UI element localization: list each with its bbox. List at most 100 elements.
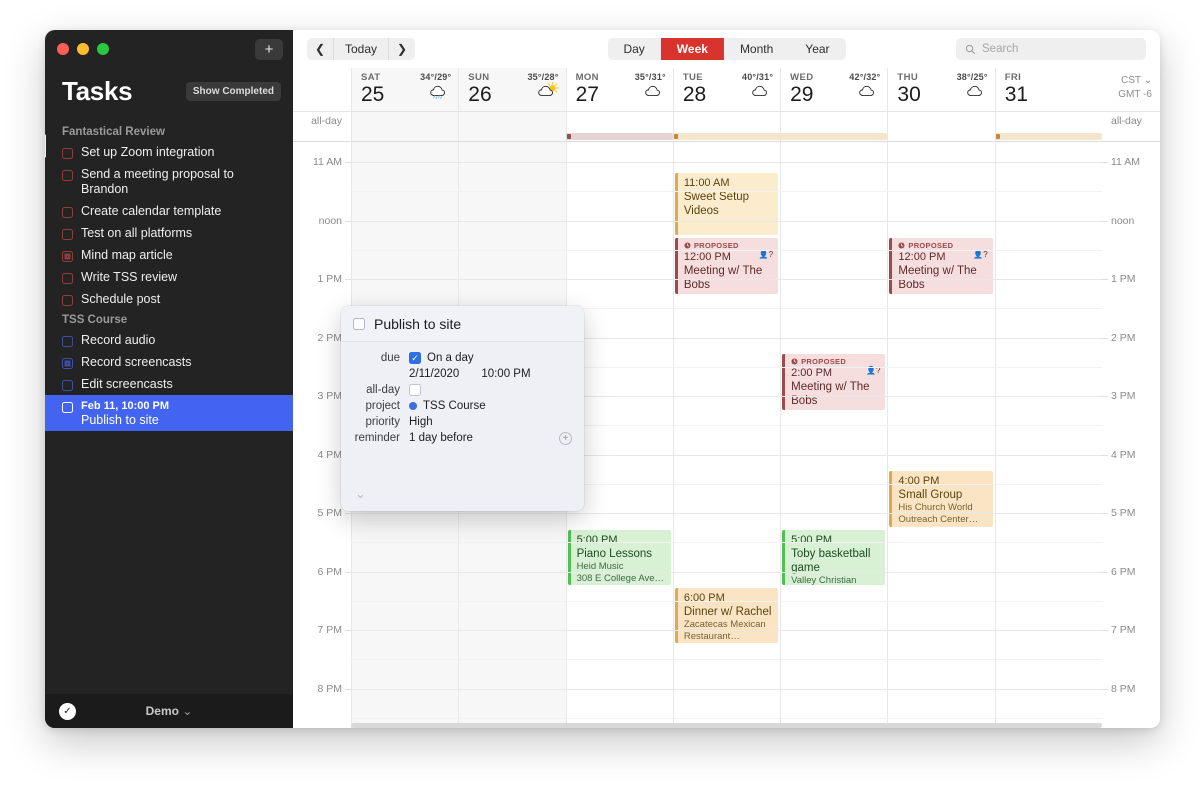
task-list-item[interactable]: Write TSS review — [45, 266, 293, 288]
day-headers: SAT 25 34°/29° SUN 26 35°/28° MON 27 35°/31° TUE 2… — [351, 68, 1102, 111]
account-selector[interactable]: Demo ⌄ — [45, 704, 293, 718]
calendar-event[interactable]: 11:00 AM Sweet Setup Videos — [674, 173, 779, 235]
calendar-event[interactable]: 6:00 PM Dinner w/ Rachel Zacatecas Mexican… — [674, 588, 779, 643]
time-tick — [1102, 220, 1108, 222]
task-checkbox[interactable] — [62, 228, 73, 240]
day-header-mon[interactable]: MON 27 35°/31° — [565, 68, 673, 111]
all-day-cell[interactable] — [351, 112, 459, 141]
add-task-button[interactable]: + — [255, 39, 283, 60]
today-button[interactable]: Today — [333, 38, 390, 60]
task-list-item[interactable]: Schedule post — [45, 288, 293, 310]
all-day-event-bar[interactable] — [994, 133, 1102, 140]
day-header-sat[interactable]: SAT 25 34°/29° — [351, 68, 459, 111]
calendar-event[interactable]: 5:00 PM Toby basketball game Valley Christ… — [782, 530, 886, 585]
task-list-item[interactable]: Set up Zoom integration — [45, 141, 293, 163]
previous-week-button[interactable]: ❮ — [307, 38, 333, 60]
proposed-badge: PROPOSED — [791, 357, 880, 366]
time-tick — [1102, 396, 1108, 397]
time-tick — [1102, 688, 1108, 690]
field-reminder: reminder 1 day before + — [341, 431, 572, 445]
all-day-cell[interactable] — [887, 112, 994, 141]
day-column-tue[interactable]: 11:00 AM Sweet Setup Videos PROPOSED 12:00 … — [672, 142, 780, 728]
popover-tail — [45, 134, 46, 158]
priority-value[interactable]: High — [409, 416, 433, 428]
calendar-event[interactable]: PROPOSED 12:00 PM Meeting w/ The Bobs 👤? — [889, 238, 993, 294]
weather-temperature: 42°/32° — [849, 72, 881, 82]
calendar-toolbar: ❮ Today ❯ Day Week Month Year Search — [293, 30, 1160, 68]
day-column-fri[interactable] — [994, 142, 1102, 728]
day-header-fri[interactable]: FRI 31 — [994, 68, 1102, 111]
task-list-item[interactable]: Feb 11, 10:00 PM Publish to site — [45, 395, 293, 431]
all-day-event-bar[interactable] — [565, 133, 673, 140]
due-date-value[interactable]: 2/11/2020 — [409, 368, 459, 380]
due-on-a-day-checkbox[interactable]: ✓ — [409, 352, 421, 364]
task-list-item[interactable]: Edit screencasts — [45, 373, 293, 395]
minimize-window-icon[interactable] — [77, 43, 89, 55]
time-gutter-right: 11 AM noon 1 PM 2 PM 3 PM 4 PM 5 PM 6 PM 7 PM 8 P… — [1102, 142, 1160, 728]
all-day-event-bar[interactable] — [672, 133, 888, 140]
show-completed-button[interactable]: Show Completed — [185, 82, 281, 101]
task-list-item[interactable]: Record audio — [45, 329, 293, 351]
view-tab-year[interactable]: Year — [789, 38, 845, 60]
task-text-block: Test on all platforms — [81, 226, 192, 241]
header-left-gutter — [293, 68, 351, 111]
field-due: due ✓ On a day — [341, 352, 572, 364]
reminder-value[interactable]: 1 day before — [409, 432, 473, 444]
add-reminder-icon[interactable]: + — [559, 431, 572, 445]
all-day-checkbox[interactable] — [409, 384, 421, 396]
task-checkbox[interactable] — [62, 206, 73, 218]
task-list-item[interactable]: Create calendar template — [45, 200, 293, 222]
day-header-tue[interactable]: TUE 28 40°/31° — [672, 68, 780, 111]
task-list-item[interactable]: Mind map article — [45, 244, 293, 266]
half-hour-gridline — [351, 542, 1102, 544]
next-week-button[interactable]: ❯ — [389, 38, 415, 60]
task-list-item[interactable]: Record screencasts — [45, 351, 293, 373]
calendar-event[interactable]: 4:00 PM Small Group His Church World Outre… — [889, 471, 993, 527]
time-tick — [1102, 337, 1108, 339]
task-group-title: TSS Course — [62, 314, 128, 326]
calendar-event[interactable]: PROPOSED 12:00 PM Meeting w/ The Bobs 👤? — [674, 238, 779, 294]
view-tab-week[interactable]: Week — [660, 38, 724, 60]
day-column-wed[interactable]: PROPOSED 2:00 PM Meeting w/ The Bobs 👤? 5:00… — [780, 142, 887, 728]
close-window-icon[interactable] — [57, 43, 69, 55]
expand-chevron-icon[interactable]: ⌄ — [355, 486, 366, 501]
task-list-item[interactable]: Send a meeting proposal to Brandon — [45, 163, 293, 200]
chevron-down-icon: ⌄ — [1143, 75, 1152, 86]
task-checkbox[interactable] — [62, 357, 73, 369]
task-checkbox[interactable] — [62, 250, 73, 262]
time-label: 11 AM — [1111, 156, 1140, 168]
task-checkbox[interactable] — [62, 379, 73, 391]
task-checkbox[interactable] — [62, 147, 73, 159]
search-icon — [965, 44, 976, 54]
day-header-wed[interactable]: WED 29 42°/32° — [780, 68, 887, 111]
clock-icon — [791, 358, 798, 365]
completed-toggle-icon[interactable]: ✓ — [59, 702, 76, 720]
timezone-offset: GMT -6 — [1118, 89, 1152, 100]
calendar-event[interactable]: PROPOSED 2:00 PM Meeting w/ The Bobs 👤? — [782, 354, 886, 410]
proposed-badge: PROPOSED — [684, 241, 773, 250]
timezone-indicator[interactable]: CST ⌄ GMT -6 — [1118, 74, 1152, 102]
popover-complete-checkbox[interactable] — [353, 317, 365, 330]
day-header-thu[interactable]: THU 30 38°/25° — [887, 68, 994, 111]
search-input[interactable]: Search — [956, 38, 1146, 60]
task-checkbox[interactable] — [62, 169, 73, 181]
all-day-cell[interactable] — [458, 112, 566, 141]
day-column-thu[interactable]: PROPOSED 12:00 PM Meeting w/ The Bobs 👤? 4:0… — [887, 142, 994, 728]
due-time-value[interactable]: 10:00 PM — [481, 368, 530, 380]
project-value[interactable]: TSS Course — [423, 400, 486, 412]
cloud-icon — [752, 85, 768, 97]
view-tab-day[interactable]: Day — [607, 38, 660, 60]
time-label: 5 PM — [317, 507, 342, 519]
view-tab-month[interactable]: Month — [724, 38, 789, 60]
zoom-window-icon[interactable] — [97, 43, 109, 55]
horizontal-scrollbar[interactable] — [351, 723, 1102, 728]
task-list-item[interactable]: Test on all platforms — [45, 222, 293, 244]
task-checkbox[interactable] — [62, 294, 73, 306]
day-header-sun[interactable]: SUN 26 35°/28° — [458, 68, 566, 111]
task-checkbox[interactable] — [62, 335, 73, 347]
weather-temperature: 34°/29° — [420, 72, 452, 82]
task-checkbox[interactable] — [62, 401, 73, 413]
calendar-event[interactable]: 5:00 PM Piano Lessons Heid Music 308 E Coll… — [567, 530, 671, 585]
event-title: Meeting w/ The Bobs — [898, 265, 977, 291]
task-checkbox[interactable] — [62, 272, 73, 284]
